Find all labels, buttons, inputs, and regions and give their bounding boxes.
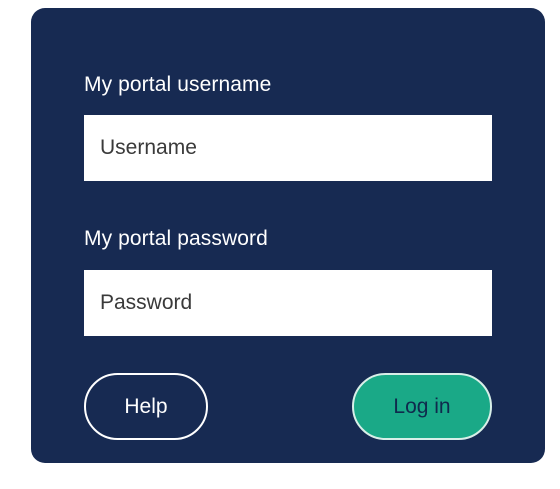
login-panel: My portal username My portal password He… [31,8,545,463]
username-label: My portal username [84,73,272,96]
login-button[interactable]: Log in [352,373,492,440]
help-button[interactable]: Help [84,373,208,440]
password-input[interactable] [84,270,492,336]
password-label: My portal password [84,227,268,250]
username-input[interactable] [84,115,492,181]
